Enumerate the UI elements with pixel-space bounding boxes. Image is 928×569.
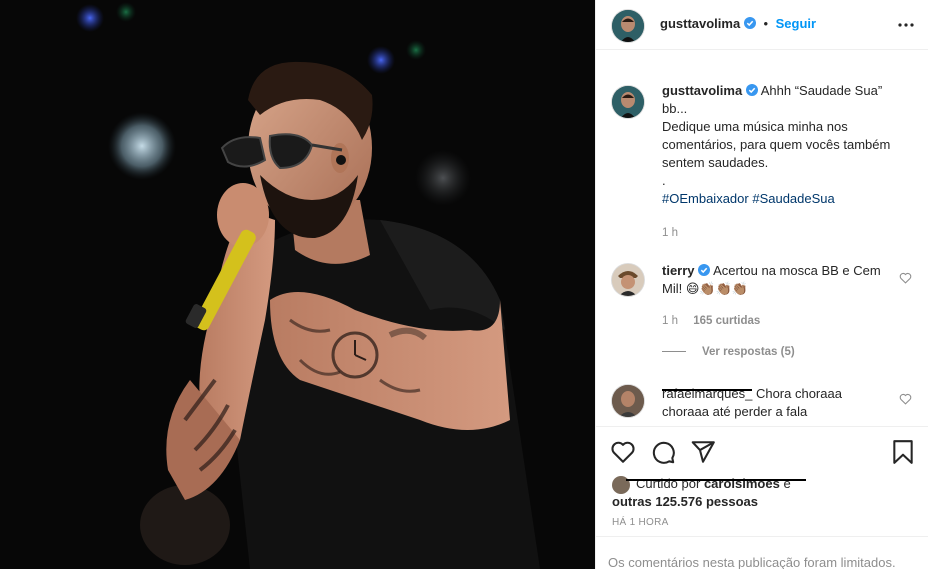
share-icon[interactable] — [690, 439, 716, 465]
likes-summary: Curtido por carolsimoes e outras 125.576… — [612, 475, 912, 511]
likes-line-1: Curtido por carolsimoes e — [612, 475, 912, 493]
commenter-avatar[interactable] — [612, 385, 644, 417]
author-avatar[interactable] — [612, 10, 644, 42]
caption-text: gusttavolima Ahhh “Saudade Sua” bb... De… — [662, 82, 907, 242]
comments-limited-notice: Os comentários nesta publicação foram li… — [596, 536, 928, 569]
post-timestamp[interactable]: HÁ 1 HORA — [612, 517, 669, 528]
comment-text: tierry Acertou na mosca BB e Cem Mil! 😄👏… — [662, 262, 892, 330]
replies-divider — [662, 351, 686, 353]
post-header: gusttavolima • Seguir — [596, 0, 928, 50]
comments-list[interactable]: gusttavolima Ahhh “Saudade Sua” bb... De… — [596, 60, 928, 426]
caption-author-avatar[interactable] — [612, 86, 644, 118]
comment-likes[interactable]: 165 curtidas — [693, 315, 760, 327]
comment-emojis: 😄👏🏽👏🏽👏🏽 — [685, 281, 748, 296]
redaction-bar — [662, 389, 752, 391]
verified-badge-icon — [698, 264, 711, 276]
view-replies-button[interactable]: Ver respostas (5) — [662, 346, 795, 358]
author-avatar-image — [612, 10, 644, 42]
author-username[interactable]: gusttavolima — [660, 16, 740, 31]
more-options-icon[interactable] — [897, 17, 915, 33]
hashtag-link[interactable]: #OEmbaixador — [662, 191, 749, 206]
follow-button[interactable]: Seguir — [776, 16, 816, 31]
caption-line: Dedique uma música minha nos comentários… — [662, 119, 891, 170]
comment-like-heart-icon[interactable] — [899, 393, 912, 405]
header-identity: gusttavolima • Seguir — [660, 16, 816, 31]
caption-username[interactable]: gusttavolima — [662, 83, 742, 98]
hashtag-link[interactable]: #SaudadeSua — [752, 191, 834, 206]
post-photo — [0, 0, 595, 569]
verified-badge-icon — [745, 84, 758, 96]
heart-icon[interactable] — [610, 439, 636, 465]
commenter-avatar-image — [612, 385, 644, 417]
concert-singer-image — [0, 0, 595, 569]
comment-time[interactable]: 1 h — [662, 315, 678, 327]
header-separator: • — [763, 16, 768, 31]
verified-badge-icon — [743, 17, 756, 29]
comment-meta: 1 h 165 curtidas — [662, 312, 892, 330]
commenter-avatar-image — [612, 264, 644, 296]
likes-count[interactable]: outras 125.576 pessoas — [612, 493, 912, 511]
caption-line: . — [662, 173, 666, 188]
commenter-username[interactable]: tierry — [662, 263, 695, 278]
bookmark-icon[interactable] — [890, 439, 916, 465]
view-replies-label: Ver respostas (5) — [702, 346, 795, 358]
caption-time[interactable]: 1 h — [662, 224, 907, 242]
comment-icon[interactable] — [650, 439, 676, 465]
redaction-bar — [626, 479, 806, 481]
comment-like-heart-icon[interactable] — [899, 272, 912, 284]
caption-avatar-image — [612, 86, 644, 118]
post-side-panel: gusttavolima • Seguir gusttavolima Ahhh … — [595, 0, 928, 569]
commenter-avatar[interactable] — [612, 264, 644, 296]
post-actions: Curtido por carolsimoes e outras 125.576… — [596, 426, 928, 536]
